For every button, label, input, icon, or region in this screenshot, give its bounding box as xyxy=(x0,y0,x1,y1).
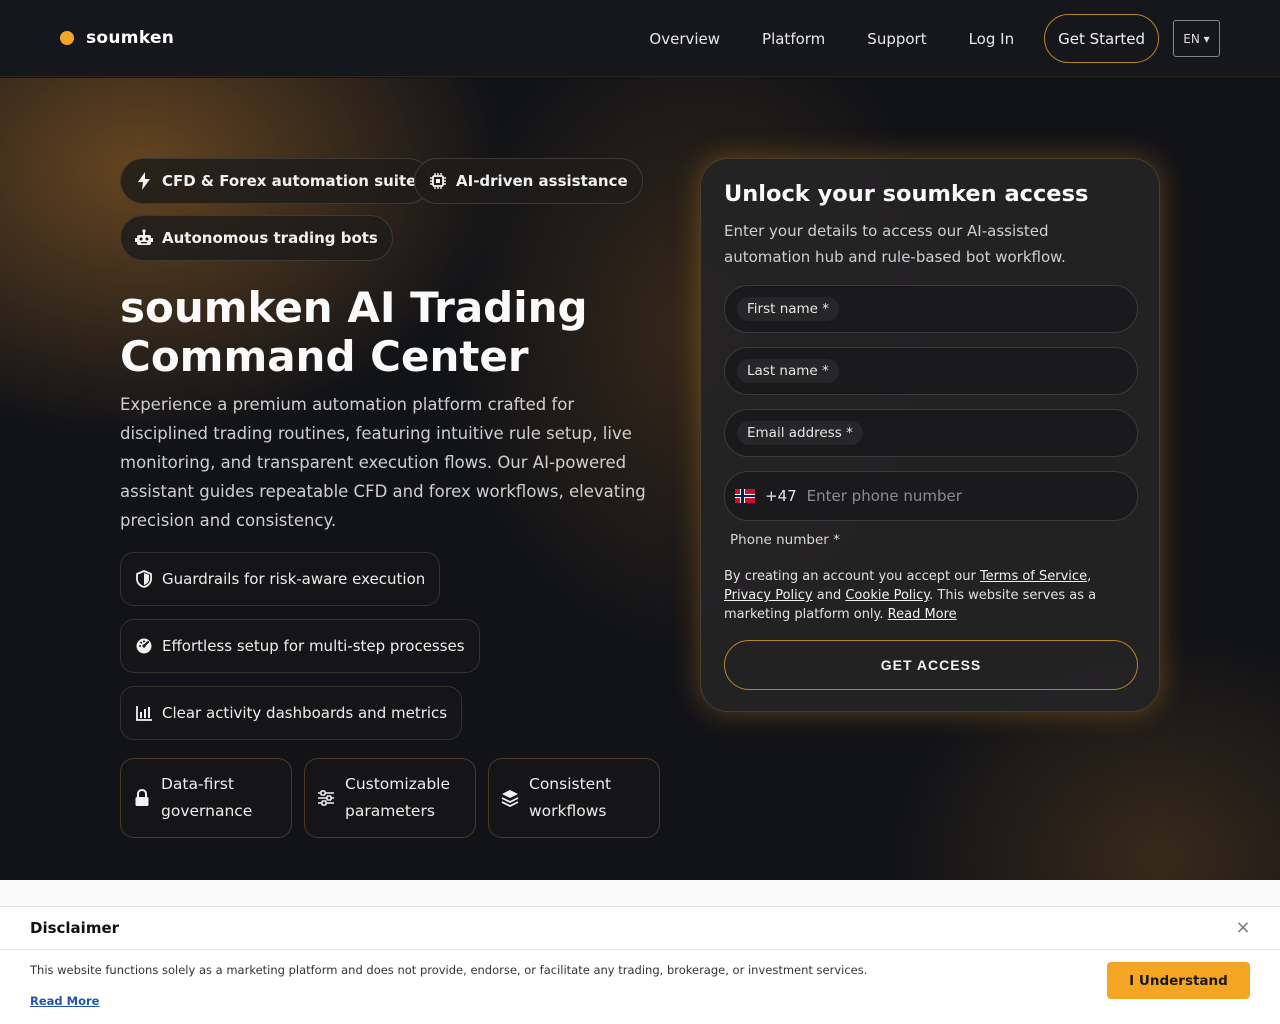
robot-icon xyxy=(135,229,153,247)
logo[interactable]: soumken xyxy=(60,28,174,48)
terms-link[interactable]: Terms of Service xyxy=(980,569,1087,584)
last-name-label: Last name * xyxy=(737,359,839,383)
privacy-link[interactable]: Privacy Policy xyxy=(724,588,813,603)
language-select[interactable]: EN ▾ xyxy=(1173,20,1220,57)
card-label: Data-first governance xyxy=(161,775,253,820)
dial-code[interactable]: +47 xyxy=(765,487,797,505)
chip-label: AI-driven assistance xyxy=(456,172,628,190)
feature-label: Effortless setup for multi-step processe… xyxy=(162,637,465,655)
hero-description: Experience a premium automation platform… xyxy=(120,395,646,530)
signup-form: Unlock your soumken access Enter your de… xyxy=(700,158,1160,712)
sliders-icon xyxy=(317,789,335,807)
bolt-icon xyxy=(135,172,153,190)
first-name-label: First name * xyxy=(737,297,840,321)
phone-field[interactable]: +47 xyxy=(724,471,1138,521)
gauge-icon xyxy=(135,637,153,655)
nav-link-platform[interactable]: Platform xyxy=(762,30,825,48)
disclaimer-read-more-link[interactable]: Read More xyxy=(30,994,99,1008)
last-name-field[interactable]: Last name * xyxy=(724,347,1138,395)
email-field[interactable]: Email address * xyxy=(724,409,1138,457)
understand-button[interactable]: I Understand xyxy=(1107,962,1250,999)
nav-links: Overview Platform Support Log In Get Sta… xyxy=(649,14,1220,63)
email-label: Email address * xyxy=(737,421,863,445)
get-started-button[interactable]: Get Started xyxy=(1044,14,1159,63)
chip-ai-assistance: AI-driven assistance xyxy=(414,158,643,204)
norway-flag-icon[interactable] xyxy=(735,489,755,503)
chip-label: CFD & Forex automation suite xyxy=(162,172,417,190)
feature-dashboards: Clear activity dashboards and metrics xyxy=(120,686,463,740)
terms-read-more-link[interactable]: Read More xyxy=(888,607,957,622)
logo-dot-icon xyxy=(60,31,74,45)
card-custom-parameters: Customizable parameters xyxy=(304,758,476,838)
disclaimer-banner: Disclaimer × This website functions sole… xyxy=(0,906,1280,1024)
feature-guardrails: Guardrails for risk-aware execution xyxy=(120,552,441,606)
shield-icon xyxy=(135,570,153,588)
card-data-governance: Data-first governance xyxy=(120,758,292,838)
nav-link-support[interactable]: Support xyxy=(867,30,926,48)
chart-icon xyxy=(135,704,153,722)
top-nav: soumken Overview Platform Support Log In… xyxy=(0,0,1280,77)
chip-cfd-forex: CFD & Forex automation suite xyxy=(120,158,432,204)
hero-title: soumken AI Trading Command Center xyxy=(120,283,588,381)
feature-label: Clear activity dashboards and metrics xyxy=(162,704,448,722)
form-subtitle: Enter your details to access our AI-assi… xyxy=(724,222,1066,266)
disclaimer-header: Disclaimer × xyxy=(0,907,1280,950)
hero-section: CFD & Forex automation suite AI-driven a… xyxy=(0,78,1280,880)
close-icon[interactable]: × xyxy=(1234,919,1252,937)
disclaimer-title: Disclaimer xyxy=(30,919,120,937)
nav-link-login[interactable]: Log In xyxy=(969,30,1015,48)
phone-input[interactable] xyxy=(806,487,1107,505)
layers-icon xyxy=(501,789,519,807)
first-name-field[interactable]: First name * xyxy=(724,285,1138,333)
nav-link-overview[interactable]: Overview xyxy=(649,30,720,48)
phone-caption: Phone number * xyxy=(730,532,840,548)
terms-text: By creating an account you accept our Te… xyxy=(724,567,1138,624)
form-title: Unlock your soumken access xyxy=(724,181,1089,207)
terms-comma: , xyxy=(1087,569,1092,584)
feature-setup: Effortless setup for multi-step processe… xyxy=(120,619,480,673)
terms-and: and xyxy=(812,588,846,603)
section-divider xyxy=(0,880,1280,906)
lock-icon xyxy=(133,789,151,807)
terms-prefix: By creating an account you accept our xyxy=(724,569,980,584)
chip-trading-bots: Autonomous trading bots xyxy=(120,215,393,261)
get-access-button[interactable]: GET ACCESS xyxy=(724,640,1138,690)
card-consistent-workflows: Consistent workflows xyxy=(488,758,660,838)
cookie-link[interactable]: Cookie Policy xyxy=(845,588,929,603)
feature-label: Guardrails for risk-aware execution xyxy=(162,570,426,588)
disclaimer-text: This website functions solely as a marke… xyxy=(30,963,868,977)
chip-icon xyxy=(429,172,447,190)
card-label: Consistent workflows xyxy=(529,775,612,820)
chip-label: Autonomous trading bots xyxy=(162,229,378,247)
logo-text: soumken xyxy=(86,28,175,48)
card-label: Customizable parameters xyxy=(345,775,451,820)
